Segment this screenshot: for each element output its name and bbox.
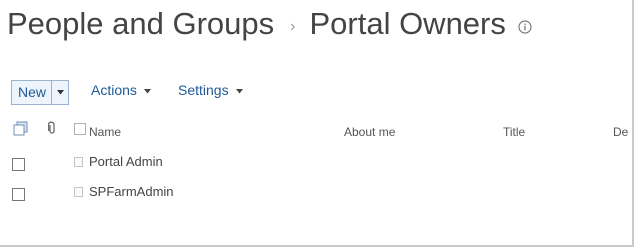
actions-menu-label: Actions <box>91 82 137 98</box>
row-name-link[interactable]: Portal Admin <box>89 154 163 169</box>
new-button[interactable]: New <box>12 81 51 104</box>
new-dropdown-button[interactable] <box>51 81 68 104</box>
page-frame: People and Groups › Portal Owners New Ac… <box>0 0 634 247</box>
new-button-group: New <box>11 80 70 105</box>
breadcrumb-parent-link[interactable]: People and Groups <box>7 6 274 42</box>
page-title: Portal Owners <box>309 6 506 41</box>
row-select-checkbox[interactable] <box>12 188 25 201</box>
column-header-name[interactable]: Name <box>89 125 121 139</box>
select-all-icon[interactable] <box>13 121 29 141</box>
user-icon <box>74 187 83 197</box>
settings-menu-label: Settings <box>178 82 229 98</box>
row-name-link[interactable]: SPFarmAdmin <box>89 184 174 199</box>
table-row[interactable]: Portal Admin <box>0 151 632 179</box>
breadcrumb: People and Groups › Portal Owners <box>7 2 532 46</box>
chevron-down-icon <box>56 90 64 95</box>
row-select-checkbox[interactable] <box>12 158 25 171</box>
column-header-department[interactable]: De <box>613 125 628 139</box>
column-header-title[interactable]: Title <box>503 125 525 139</box>
settings-menu[interactable]: Settings <box>178 82 243 98</box>
breadcrumb-separator: › <box>290 18 296 35</box>
header-type-checkbox <box>74 123 86 135</box>
column-header-about-me[interactable]: About me <box>344 125 395 139</box>
table-row[interactable]: SPFarmAdmin <box>0 181 632 209</box>
info-icon[interactable] <box>518 20 532 34</box>
list-toolbar: New Actions Settings <box>11 80 243 105</box>
chevron-down-icon <box>143 88 151 93</box>
actions-menu[interactable]: Actions <box>91 82 151 98</box>
attachment-icon <box>47 121 56 140</box>
table-header: Name About me Title De <box>0 117 632 143</box>
user-icon <box>74 157 83 167</box>
chevron-down-icon <box>235 88 243 93</box>
